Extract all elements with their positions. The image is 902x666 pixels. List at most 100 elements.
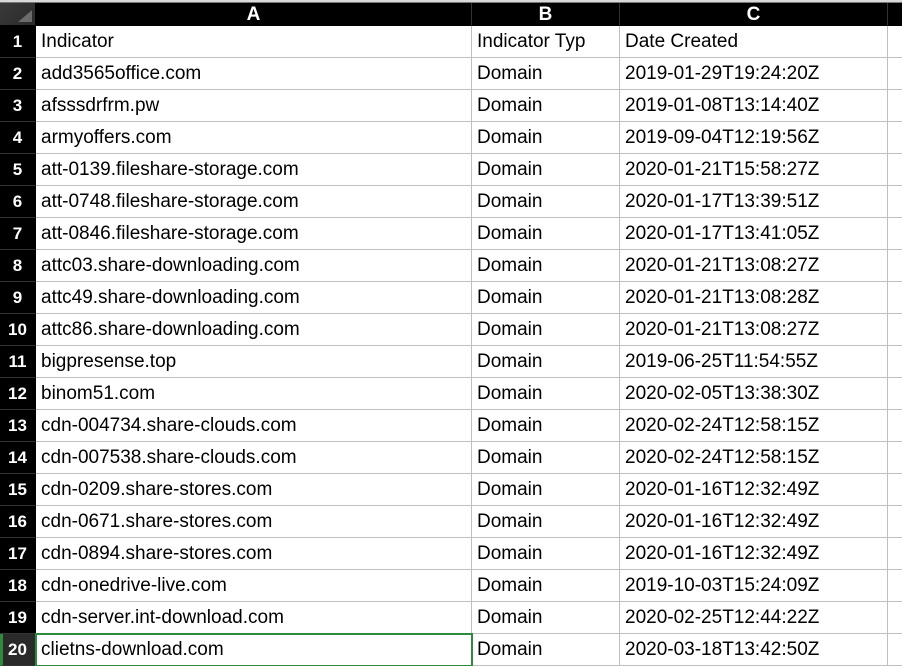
cell-B[interactable]: Domain xyxy=(472,474,620,506)
cell-B[interactable]: Domain xyxy=(472,186,620,218)
row-header[interactable]: 14 xyxy=(0,442,36,474)
cell-A[interactable]: armyoffers.com xyxy=(36,122,472,154)
row-header[interactable]: 11 xyxy=(0,346,36,378)
cell-A[interactable]: att-0139.fileshare-storage.com xyxy=(36,154,472,186)
column-header-A[interactable]: A xyxy=(36,3,472,26)
cell-B[interactable]: Domain xyxy=(472,314,620,346)
cell-C[interactable]: 2020-01-21T13:08:27Z xyxy=(620,250,888,282)
cell-B[interactable]: Domain xyxy=(472,378,620,410)
cell-B[interactable]: Domain xyxy=(472,154,620,186)
cell-D-sliver[interactable] xyxy=(888,26,902,58)
row-header[interactable]: 13 xyxy=(0,410,36,442)
row-header[interactable]: 10 xyxy=(0,314,36,346)
cell-B[interactable]: Indicator Typ xyxy=(472,26,620,58)
row-header[interactable]: 9 xyxy=(0,282,36,314)
cell-C[interactable]: 2020-02-24T12:58:15Z xyxy=(620,410,888,442)
cell-C[interactable]: 2020-03-18T13:42:50Z xyxy=(620,634,888,666)
cell-B[interactable]: Domain xyxy=(472,218,620,250)
cell-C[interactable]: 2019-09-04T12:19:56Z xyxy=(620,122,888,154)
cell-B[interactable]: Domain xyxy=(472,58,620,90)
select-all-corner[interactable] xyxy=(0,3,36,26)
cell-D-sliver[interactable] xyxy=(888,218,902,250)
cell-B[interactable]: Domain xyxy=(472,282,620,314)
row-header[interactable]: 5 xyxy=(0,154,36,186)
cell-C[interactable]: 2020-01-21T15:58:27Z xyxy=(620,154,888,186)
row-header[interactable]: 2 xyxy=(0,58,36,90)
cell-D-sliver[interactable] xyxy=(888,474,902,506)
cell-C[interactable]: 2020-02-05T13:38:30Z xyxy=(620,378,888,410)
cell-D-sliver[interactable] xyxy=(888,346,902,378)
cell-A[interactable]: Indicator xyxy=(36,26,472,58)
column-header-C[interactable]: C xyxy=(620,3,888,26)
cell-D-sliver[interactable] xyxy=(888,442,902,474)
row-header[interactable]: 3 xyxy=(0,90,36,122)
cell-C[interactable]: 2020-01-16T12:32:49Z xyxy=(620,538,888,570)
cell-B[interactable]: Domain xyxy=(472,250,620,282)
row-header[interactable]: 6 xyxy=(0,186,36,218)
cell-B[interactable]: Domain xyxy=(472,538,620,570)
cell-C[interactable]: 2019-10-03T15:24:09Z xyxy=(620,570,888,602)
cell-D-sliver[interactable] xyxy=(888,154,902,186)
cell-C[interactable]: 2020-01-17T13:39:51Z xyxy=(620,186,888,218)
cell-D-sliver[interactable] xyxy=(888,378,902,410)
row-header[interactable]: 7 xyxy=(0,218,36,250)
cell-C[interactable]: 2019-06-25T11:54:55Z xyxy=(620,346,888,378)
cell-B[interactable]: Domain xyxy=(472,410,620,442)
cell-C[interactable]: 2020-01-17T13:41:05Z xyxy=(620,218,888,250)
cell-A[interactable]: attc03.share-downloading.com xyxy=(36,250,472,282)
cell-A[interactable]: afsssdrfrm.pw xyxy=(36,90,472,122)
cell-D-sliver[interactable] xyxy=(888,122,902,154)
row-header[interactable]: 15 xyxy=(0,474,36,506)
cell-A[interactable]: cdn-004734.share-clouds.com xyxy=(36,410,472,442)
cell-D-sliver[interactable] xyxy=(888,282,902,314)
cell-A[interactable]: attc49.share-downloading.com xyxy=(36,282,472,314)
cell-A[interactable]: binom51.com xyxy=(36,378,472,410)
cell-D-sliver[interactable] xyxy=(888,410,902,442)
row-header[interactable]: 20 xyxy=(0,634,36,666)
cell-B[interactable]: Domain xyxy=(472,570,620,602)
cell-D-sliver[interactable] xyxy=(888,90,902,122)
row-header[interactable]: 16 xyxy=(0,506,36,538)
cell-C[interactable]: 2020-02-25T12:44:22Z xyxy=(620,602,888,634)
cell-D-sliver[interactable] xyxy=(888,634,902,666)
cell-A[interactable]: cdn-onedrive-live.com xyxy=(36,570,472,602)
row-header[interactable]: 8 xyxy=(0,250,36,282)
cell-D-sliver[interactable] xyxy=(888,506,902,538)
cell-C[interactable]: 2020-01-16T12:32:49Z xyxy=(620,474,888,506)
cell-C[interactable]: 2019-01-08T13:14:40Z xyxy=(620,90,888,122)
cell-A[interactable]: cdn-server.int-download.com xyxy=(36,602,472,634)
row-header[interactable]: 17 xyxy=(0,538,36,570)
cell-C[interactable]: Date Created xyxy=(620,26,888,58)
cell-D-sliver[interactable] xyxy=(888,602,902,634)
cell-B[interactable]: Domain xyxy=(472,506,620,538)
cell-C[interactable]: 2020-02-24T12:58:15Z xyxy=(620,442,888,474)
row-header[interactable]: 19 xyxy=(0,602,36,634)
cell-D-sliver[interactable] xyxy=(888,538,902,570)
cell-B[interactable]: Domain xyxy=(472,634,620,666)
cell-A[interactable]: cdn-007538.share-clouds.com xyxy=(36,442,472,474)
cell-C[interactable]: 2020-01-21T13:08:28Z xyxy=(620,282,888,314)
cell-D-sliver[interactable] xyxy=(888,570,902,602)
cell-D-sliver[interactable] xyxy=(888,58,902,90)
cell-C[interactable]: 2020-01-16T12:32:49Z xyxy=(620,506,888,538)
cell-A[interactable]: att-0748.fileshare-storage.com xyxy=(36,186,472,218)
cell-C[interactable]: 2019-01-29T19:24:20Z xyxy=(620,58,888,90)
row-header[interactable]: 12 xyxy=(0,378,36,410)
cell-B[interactable]: Domain xyxy=(472,442,620,474)
column-header-B[interactable]: B xyxy=(472,3,620,26)
cell-A[interactable]: add3565office.com xyxy=(36,58,472,90)
row-header[interactable]: 1 xyxy=(0,26,36,58)
cell-B[interactable]: Domain xyxy=(472,346,620,378)
cell-B[interactable]: Domain xyxy=(472,602,620,634)
cell-B[interactable]: Domain xyxy=(472,122,620,154)
column-header-D-sliver[interactable] xyxy=(888,3,902,26)
cell-A[interactable]: clietns-download.com xyxy=(36,634,472,666)
cell-A[interactable]: att-0846.fileshare-storage.com xyxy=(36,218,472,250)
cell-A[interactable]: cdn-0671.share-stores.com xyxy=(36,506,472,538)
cell-D-sliver[interactable] xyxy=(888,186,902,218)
cell-A[interactable]: bigpresense.top xyxy=(36,346,472,378)
cell-A[interactable]: attc86.share-downloading.com xyxy=(36,314,472,346)
cell-A[interactable]: cdn-0209.share-stores.com xyxy=(36,474,472,506)
cell-D-sliver[interactable] xyxy=(888,314,902,346)
cell-D-sliver[interactable] xyxy=(888,250,902,282)
